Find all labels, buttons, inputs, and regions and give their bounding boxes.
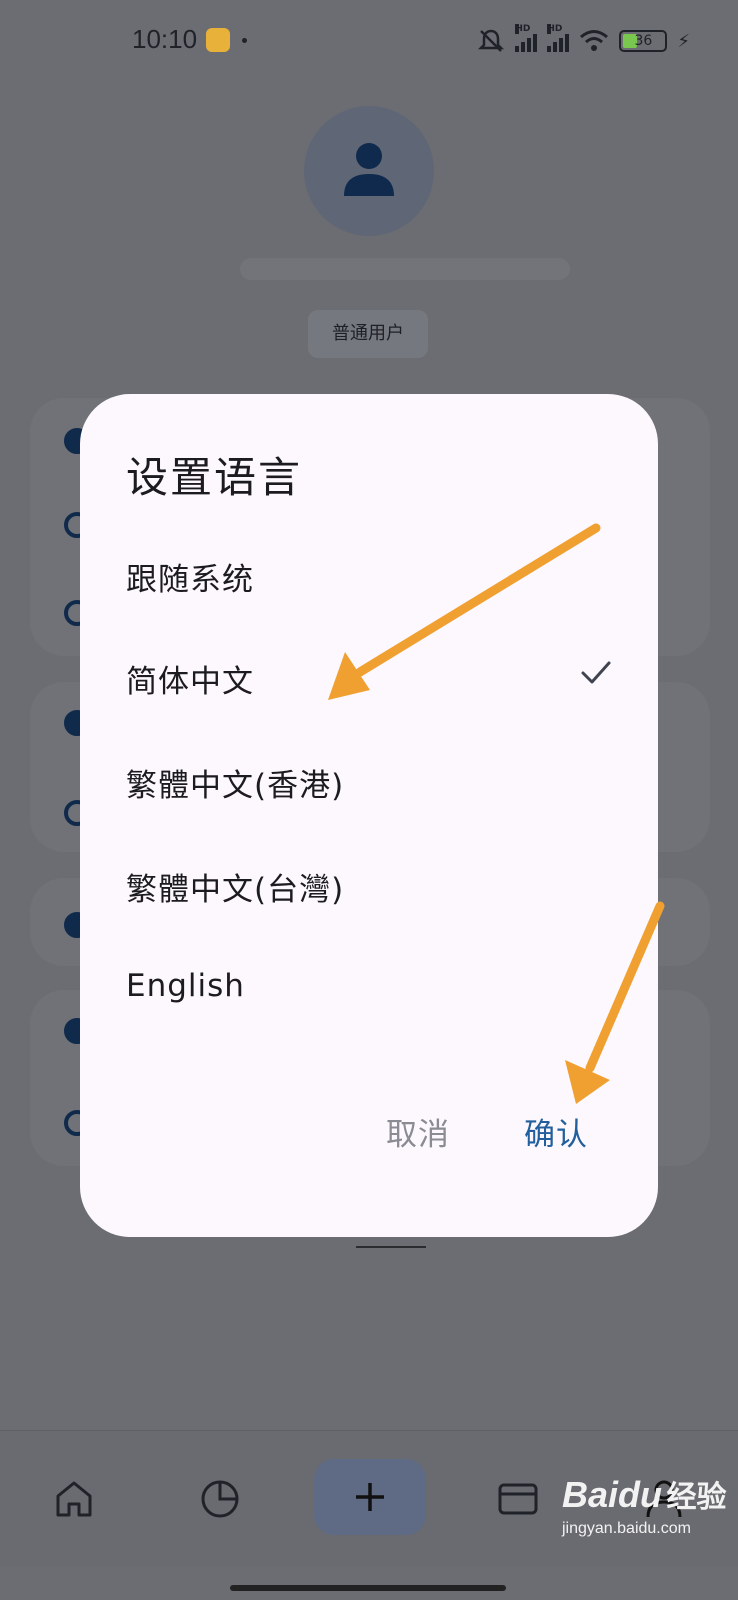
- cancel-button[interactable]: 取消: [386, 1109, 450, 1154]
- language-option-traditional-hk[interactable]: 繁體中文(香港): [80, 730, 658, 830]
- user-role-chip: 普通用户: [308, 310, 428, 358]
- charging-icon: ⚡: [677, 30, 690, 52]
- confirm-button[interactable]: 确认: [524, 1109, 588, 1154]
- notification-dot-icon: [242, 38, 247, 43]
- battery-level: 36: [634, 33, 653, 49]
- language-option-simplified-chinese[interactable]: 简体中文: [80, 626, 658, 726]
- chart-pie-icon: [201, 1480, 239, 1518]
- option-label: 跟随系统: [126, 562, 254, 598]
- person-avatar-icon: [344, 143, 394, 196]
- status-time: 10:10: [132, 24, 198, 54]
- nav-statistics[interactable]: [180, 1459, 260, 1539]
- dialog-actions: 取消 确认: [80, 1109, 658, 1179]
- card-icon: [498, 1483, 538, 1515]
- option-label: 繁體中文(香港): [126, 768, 345, 804]
- option-label: 繁體中文(台灣): [126, 872, 345, 908]
- status-icons: HD HD 36 ⚡: [477, 24, 690, 56]
- home-icon: [56, 1481, 92, 1517]
- language-dialog: 设置语言 跟随系统 简体中文 繁體中文(香港) 繁體中文(台灣) English…: [80, 394, 658, 1237]
- language-option-follow-system[interactable]: 跟随系统: [80, 524, 658, 624]
- gesture-bar[interactable]: [230, 1585, 506, 1591]
- baidu-watermark: Baidu 经验 jingyan.baidu.com: [562, 1474, 727, 1537]
- nav-home[interactable]: [34, 1459, 114, 1539]
- option-label: English: [126, 968, 245, 1004]
- language-option-traditional-tw[interactable]: 繁體中文(台灣): [80, 834, 658, 934]
- signal-2-icon: HD: [547, 24, 570, 52]
- option-label: 简体中文: [126, 664, 254, 700]
- dialog-title: 设置语言: [126, 453, 303, 502]
- add-icon: [356, 1483, 384, 1511]
- nav-add-button[interactable]: [314, 1459, 426, 1535]
- battery-icon: 36: [619, 30, 668, 52]
- status-bar: 10:10 HD HD 36 ⚡: [0, 0, 738, 80]
- checkmark-icon: [581, 661, 611, 684]
- signal-1-icon: HD: [515, 24, 538, 52]
- avatar[interactable]: [304, 106, 434, 236]
- language-option-english[interactable]: English: [80, 938, 658, 1038]
- mute-bell-icon: [478, 29, 505, 52]
- wifi-icon: [580, 30, 609, 51]
- username-blurred: [240, 258, 570, 280]
- nav-accounts[interactable]: [478, 1459, 558, 1539]
- notification-app-icon: [206, 28, 230, 52]
